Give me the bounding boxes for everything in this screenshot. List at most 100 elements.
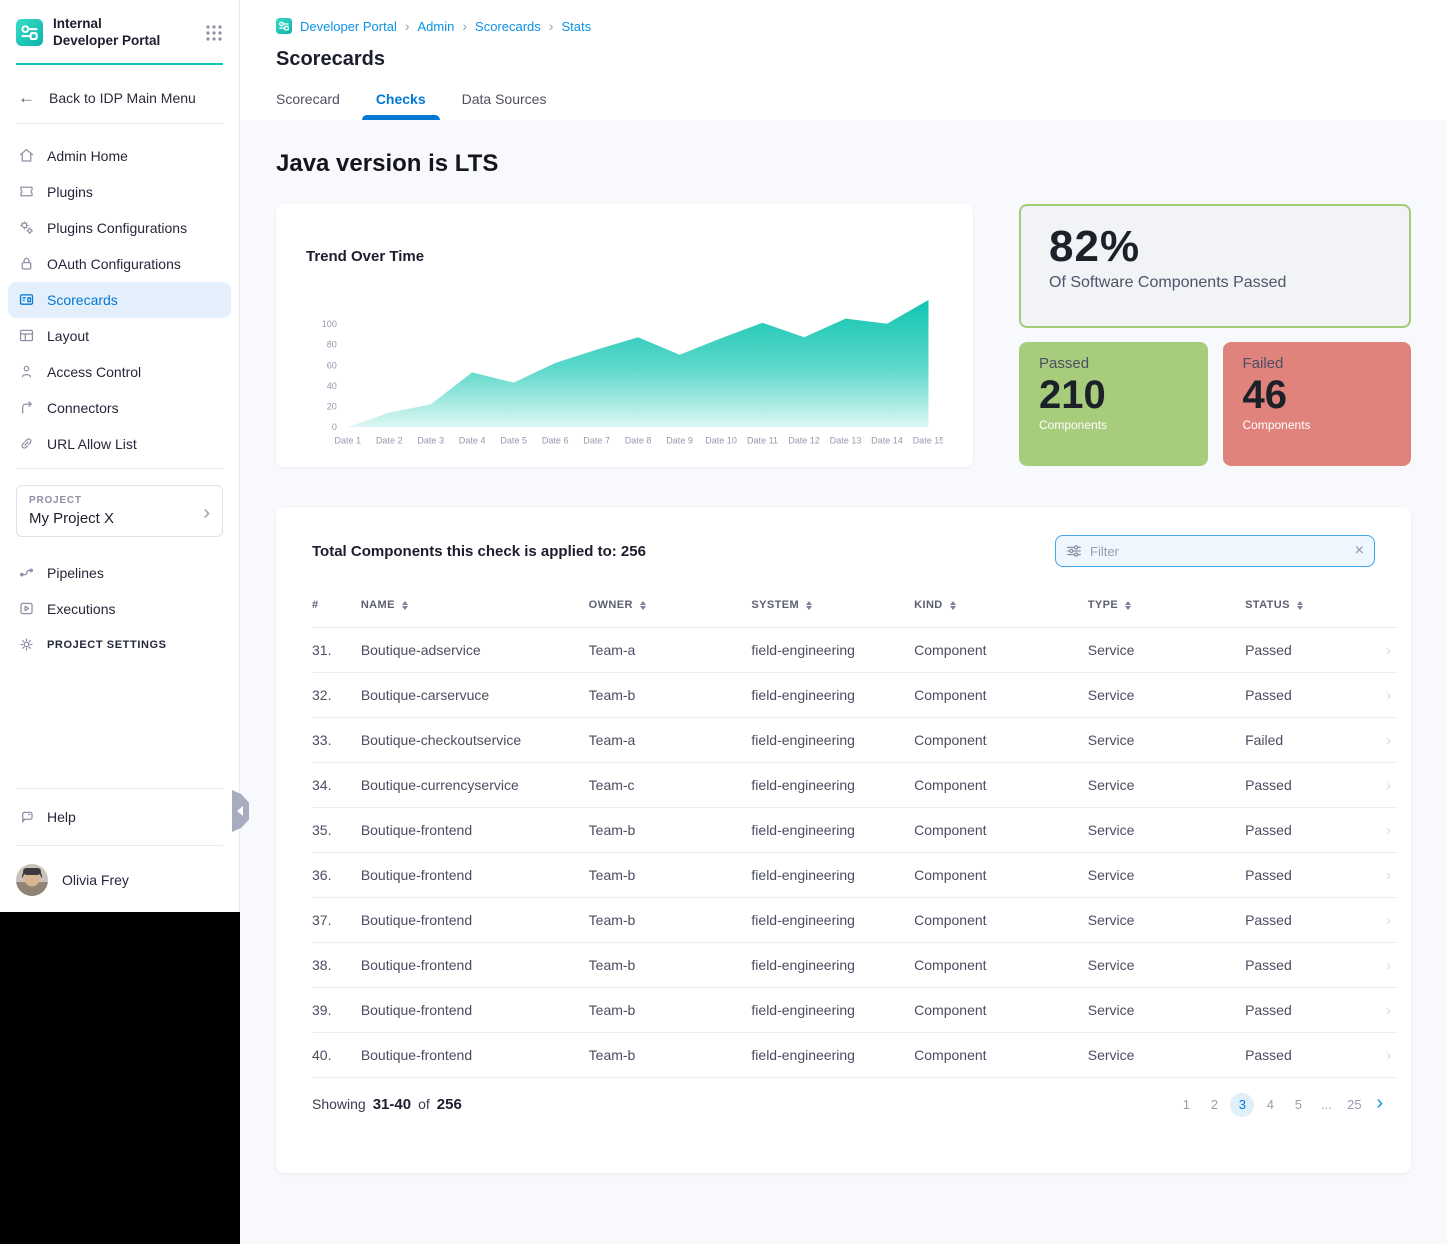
of-word: of [418,1096,430,1112]
table-row[interactable]: 37. Boutique-frontend Team-b field-engin… [312,898,1397,943]
breadcrumb-link[interactable]: Stats [561,19,591,34]
sort-icon[interactable] [1125,601,1131,610]
main-header: Developer Portal›Admin›Scorecards›Stats … [240,0,1447,120]
page-button-4[interactable]: 4 [1258,1093,1282,1117]
divider [16,845,223,846]
cell-type: Service [1088,628,1245,673]
project-label: PROJECT [29,495,210,506]
table-row[interactable]: 40. Boutique-frontend Team-b field-engin… [312,1033,1397,1078]
table-header-row: #NAMEOWNERSYSTEMKINDTYPESTATUS [312,591,1397,628]
cell-system: field-engineering [751,988,914,1033]
sort-icon[interactable] [640,601,646,610]
back-label: Back to IDP Main Menu [49,90,196,106]
cell-status: Passed [1245,853,1364,898]
lock-icon [18,255,35,272]
tab-data-sources[interactable]: Data Sources [462,91,547,120]
failed-caption: Components [1243,418,1392,432]
sidebar-item-label: OAuth Configurations [47,256,181,272]
project-selector[interactable]: PROJECT My Project X › [16,485,223,537]
help-button[interactable]: Help [0,791,239,843]
column-header-index[interactable]: # [312,591,361,628]
sidebar-item-project-settings[interactable]: PROJECT SETTINGS [8,627,231,663]
cell-name: Boutique-frontend [361,1033,589,1078]
y-axis-tick: 60 [327,360,337,370]
sidebar-item-plugins-configurations[interactable]: Plugins Configurations [8,210,231,246]
x-axis-tick: Date 2 [376,435,403,445]
sort-icon[interactable] [950,601,956,610]
column-header-status[interactable]: STATUS [1245,591,1364,628]
breadcrumb-link[interactable]: Developer Portal [300,19,397,34]
tab-checks[interactable]: Checks [376,91,426,120]
sidebar-item-connectors[interactable]: Connectors [8,390,231,426]
cell-index: 37. [312,898,361,943]
page-button-1[interactable]: 1 [1174,1093,1198,1117]
tab-scorecard[interactable]: Scorecard [276,91,340,120]
pipelines-icon [18,564,35,581]
sidebar-item-oauth-configurations[interactable]: OAuth Configurations [8,246,231,282]
row-chevron-icon: › [1364,808,1397,853]
user-menu[interactable]: Olivia Frey [0,848,239,912]
cell-owner: Team-b [589,673,752,718]
cell-owner: Team-b [589,808,752,853]
sidebar-item-layout[interactable]: Layout [8,318,231,354]
filter-sliders-icon[interactable] [1066,543,1082,559]
cell-index: 40. [312,1033,361,1078]
sort-icon[interactable] [806,601,812,610]
table-row[interactable]: 33. Boutique-checkoutservice Team-a fiel… [312,718,1397,763]
sidebar-item-plugins[interactable]: Plugins [8,174,231,210]
sidebar-item-executions[interactable]: Executions [8,591,231,627]
table-row[interactable]: 31. Boutique-adservice Team-a field-engi… [312,628,1397,673]
breadcrumb-link[interactable]: Scorecards [475,19,541,34]
page-button-2[interactable]: 2 [1202,1093,1226,1117]
passed-card: Passed 210 Components [1019,342,1208,466]
cell-system: field-engineering [751,943,914,988]
sort-icon[interactable] [1297,601,1303,610]
back-to-idp-main-menu[interactable]: ← Back to IDP Main Menu [0,75,239,121]
user-name: Olivia Frey [62,872,129,888]
cell-type: Service [1088,943,1245,988]
table-row[interactable]: 39. Boutique-frontend Team-b field-engin… [312,988,1397,1033]
sidebar-item-scorecards[interactable]: Scorecards [8,282,231,318]
scorecard-icon [18,291,35,308]
breadcrumb-separator-icon: › [405,18,410,34]
page-button-5[interactable]: 5 [1286,1093,1310,1117]
column-header-kind[interactable]: KIND [914,591,1088,628]
clear-filter-icon[interactable]: × [1355,543,1364,559]
column-header-name[interactable]: NAME [361,591,589,628]
sidebar-item-admin-home[interactable]: Admin Home [8,138,231,174]
breadcrumb-link[interactable]: Admin [418,19,455,34]
page-button-25[interactable]: 25 [1342,1093,1366,1117]
x-axis-tick: Date 5 [500,435,527,445]
breadcrumb-logo-icon [276,18,292,34]
showing-total: 256 [437,1096,462,1113]
page-button-3[interactable]: 3 [1230,1093,1254,1117]
next-page-button[interactable]: › [1372,1092,1387,1117]
cell-system: field-engineering [751,853,914,898]
sidebar-item-access-control[interactable]: Access Control [8,354,231,390]
table-title: Total Components this check is applied t… [312,543,646,560]
column-header-owner[interactable]: OWNER [589,591,752,628]
passed-caption: Components [1039,418,1188,432]
admin-nav: Admin Home Plugins Plugins Configuration… [0,126,239,466]
cell-kind: Component [914,1033,1088,1078]
column-header-system[interactable]: SYSTEM [751,591,914,628]
row-chevron-icon: › [1364,898,1397,943]
x-axis-tick: Date 8 [625,435,652,445]
sidebar-item-pipelines[interactable]: Pipelines [8,555,231,591]
app-switcher-icon[interactable] [205,24,223,42]
table-row[interactable]: 32. Boutique-carservuce Team-b field-eng… [312,673,1397,718]
cell-index: 34. [312,763,361,808]
column-header-type[interactable]: TYPE [1088,591,1245,628]
sidebar-item-url-allow-list[interactable]: URL Allow List [8,426,231,462]
cell-owner: Team-b [589,853,752,898]
table-row[interactable]: 36. Boutique-frontend Team-b field-engin… [312,853,1397,898]
table-row[interactable]: 38. Boutique-frontend Team-b field-engin… [312,943,1397,988]
cell-index: 31. [312,628,361,673]
filter-input[interactable] [1090,544,1347,559]
table-row[interactable]: 34. Boutique-currencyservice Team-c fiel… [312,763,1397,808]
collapse-arrow-icon [237,806,243,816]
sort-icon[interactable] [402,601,408,610]
cell-index: 39. [312,988,361,1033]
cell-owner: Team-b [589,1033,752,1078]
table-row[interactable]: 35. Boutique-frontend Team-b field-engin… [312,808,1397,853]
